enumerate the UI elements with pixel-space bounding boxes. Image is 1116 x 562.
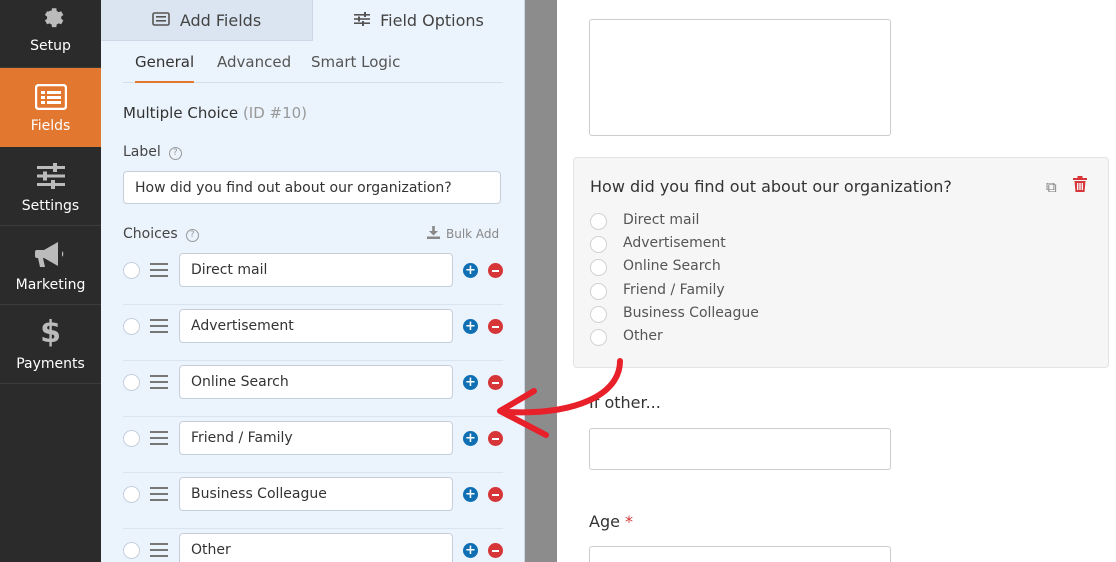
- tab-add-fields[interactable]: Add Fields: [101, 0, 313, 41]
- choice-input[interactable]: Online Search: [179, 365, 453, 399]
- preview-option-label: Friend / Family: [623, 282, 725, 298]
- add-choice-button[interactable]: +: [463, 375, 478, 390]
- radio-button[interactable]: [590, 213, 607, 230]
- drag-handle-icon[interactable]: [150, 431, 168, 445]
- age-label: Age *: [589, 512, 633, 531]
- sliders-icon: [0, 163, 101, 193]
- annotation-arrow-icon: [497, 358, 623, 438]
- tab-add-fields-label: Add Fields: [179, 10, 262, 30]
- sliders-icon: [354, 11, 371, 30]
- add-choice-button[interactable]: +: [463, 319, 478, 334]
- nav-item-marketing[interactable]: Marketing: [0, 226, 101, 305]
- preview-textarea[interactable]: [589, 19, 891, 136]
- drag-handle-icon[interactable]: [150, 375, 168, 389]
- choices-caption: Choices?: [123, 226, 199, 242]
- nav-label-fields: Fields: [30, 118, 71, 134]
- preview-option-label: Other: [623, 328, 663, 344]
- default-choice-radio[interactable]: [123, 374, 140, 391]
- preview-option-label: Business Colleague: [623, 305, 759, 321]
- default-choice-radio[interactable]: [123, 486, 140, 503]
- dollar-icon: $: [40, 315, 61, 350]
- drag-handle-icon[interactable]: [150, 543, 168, 557]
- age-label-text: Age: [589, 512, 620, 531]
- default-choice-radio[interactable]: [123, 262, 140, 279]
- form-preview: How did you find out about our organizat…: [557, 0, 1116, 562]
- preview-question-label: How did you find out about our organizat…: [590, 177, 952, 196]
- remove-choice-button[interactable]: [488, 487, 503, 502]
- label-caption: Label?: [123, 144, 182, 160]
- help-icon[interactable]: ?: [185, 229, 199, 242]
- remove-choice-button[interactable]: [488, 319, 503, 334]
- remove-choice-button[interactable]: [488, 543, 503, 558]
- drag-handle-icon[interactable]: [150, 319, 168, 333]
- duplicate-icon[interactable]: ⧉: [1046, 178, 1057, 196]
- subtab-advanced[interactable]: Advanced: [217, 53, 291, 83]
- choice-input[interactable]: Direct mail: [179, 253, 453, 287]
- add-choice-button[interactable]: +: [463, 431, 478, 446]
- preview-option-label: Online Search: [623, 258, 721, 274]
- tab-field-options[interactable]: Field Options: [313, 0, 524, 41]
- choice-input[interactable]: Other: [179, 533, 453, 562]
- help-icon[interactable]: ?: [168, 147, 182, 160]
- field-id: (ID #10): [242, 104, 308, 122]
- bulk-add-label: Bulk Add: [446, 227, 500, 241]
- label-input[interactable]: How did you find out about our organizat…: [123, 171, 501, 204]
- choice-input[interactable]: Friend / Family: [179, 421, 453, 455]
- radio-button[interactable]: [590, 236, 607, 253]
- preview-field-multiple-choice[interactable]: How did you find out about our organizat…: [573, 157, 1109, 368]
- age-input[interactable]: [589, 546, 891, 562]
- nav-item-payments[interactable]: $ Payments: [0, 305, 101, 384]
- choice-row: Business Colleague +: [123, 473, 503, 529]
- field-options-panel: Add Fields Field Options General Advance…: [101, 0, 525, 562]
- radio-button[interactable]: [590, 283, 607, 300]
- subtab-general[interactable]: General: [135, 53, 195, 83]
- nav-label-payments: Payments: [16, 356, 85, 372]
- radio-button[interactable]: [590, 306, 607, 323]
- label-caption-text: Label: [123, 144, 161, 160]
- nav-label-setup: Setup: [30, 38, 71, 54]
- nav-item-fields[interactable]: Fields: [0, 68, 101, 147]
- radio-button[interactable]: [590, 329, 607, 346]
- nav-label-marketing: Marketing: [15, 277, 86, 293]
- add-choice-button[interactable]: +: [463, 487, 478, 502]
- option-subtabs: General Advanced Smart Logic: [123, 41, 503, 83]
- if-other-input[interactable]: [589, 428, 891, 470]
- nav-item-setup[interactable]: Setup: [0, 0, 101, 68]
- choice-row: Direct mail +: [123, 249, 503, 305]
- default-choice-radio[interactable]: [123, 542, 140, 559]
- remove-choice-button[interactable]: [488, 263, 503, 278]
- subtab-smart-logic[interactable]: Smart Logic: [311, 53, 400, 83]
- add-choice-button[interactable]: +: [463, 543, 478, 558]
- default-choice-radio[interactable]: [123, 430, 140, 447]
- drag-handle-icon[interactable]: [150, 487, 168, 501]
- required-asterisk: *: [625, 512, 634, 531]
- drag-handle-icon[interactable]: [150, 263, 168, 277]
- panel-divider: [525, 0, 557, 562]
- nav-item-settings[interactable]: Settings: [0, 147, 101, 226]
- choice-input[interactable]: Advertisement: [179, 309, 453, 343]
- list-icon: [0, 84, 101, 114]
- choice-row: Advertisement +: [123, 305, 503, 361]
- builder-sidebar: Setup Fields Settings Marketing $ Paymen…: [0, 0, 101, 562]
- gear-icon: [0, 2, 101, 32]
- preview-option-label: Advertisement: [623, 235, 726, 251]
- megaphone-icon: [0, 241, 101, 273]
- list-icon: [152, 11, 170, 30]
- preview-option-label: Direct mail: [623, 212, 700, 228]
- default-choice-radio[interactable]: [123, 318, 140, 335]
- field-type-title: Multiple Choice (ID #10): [123, 104, 307, 122]
- tab-field-options-label: Field Options: [380, 11, 484, 30]
- choice-row: Online Search +: [123, 361, 503, 417]
- field-type-name: Multiple Choice: [123, 104, 239, 122]
- bulk-add-button[interactable]: Bulk Add: [427, 226, 499, 242]
- choice-row: Other +: [123, 529, 503, 562]
- choices-caption-text: Choices: [123, 226, 178, 242]
- trash-icon[interactable]: [1073, 176, 1087, 196]
- nav-label-settings: Settings: [21, 198, 80, 214]
- choice-row: Friend / Family +: [123, 417, 503, 473]
- choice-input[interactable]: Business Colleague: [179, 477, 453, 511]
- radio-button[interactable]: [590, 259, 607, 276]
- add-choice-button[interactable]: +: [463, 263, 478, 278]
- download-icon: [427, 226, 440, 242]
